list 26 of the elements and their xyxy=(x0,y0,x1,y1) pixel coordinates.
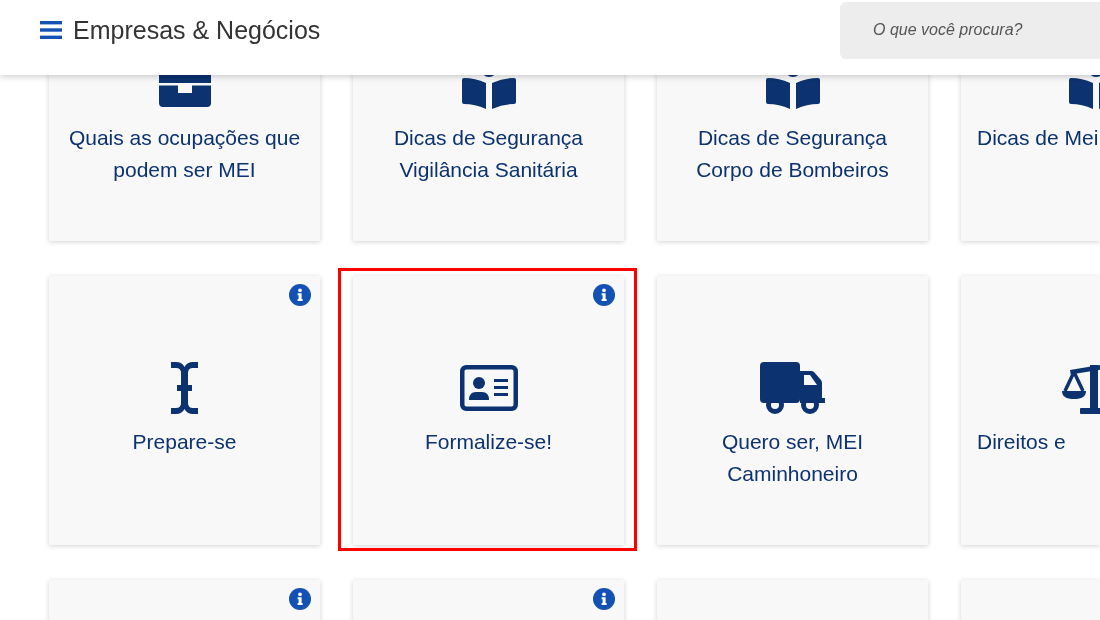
info-icon[interactable] xyxy=(289,588,311,610)
card-title: Quais as ocupações que podem ser MEI xyxy=(67,125,302,183)
menu-icon[interactable] xyxy=(40,21,62,39)
service-card[interactable]: Quero ser, MEI Caminhoneiro xyxy=(657,276,928,545)
service-card[interactable]: Quais as ocupações que podem ser MEI xyxy=(49,75,320,241)
info-icon[interactable] xyxy=(593,588,615,610)
search-field[interactable]: O que você procura? xyxy=(840,1,1100,59)
balance-scale-icon xyxy=(1062,362,1100,414)
card-title: Formalize-se! xyxy=(423,429,554,455)
card-title: Dicas de Segurança Corpo de Bombeiros xyxy=(695,125,890,183)
service-card[interactable]: Dicas de Segurança Vigilância Sanitária xyxy=(353,75,624,241)
card-title: Dicas de Mei xyxy=(977,125,1099,151)
text-cursor-icon xyxy=(171,362,198,414)
card-title: Quero ser, MEI Caminhoneiro xyxy=(720,429,865,487)
card-title: Prepare-se xyxy=(131,429,238,455)
service-card[interactable]: Dicas de Mei xyxy=(961,75,1100,241)
card-title: Direitos e xyxy=(977,429,1066,455)
truck-icon xyxy=(760,362,825,414)
id-card-icon xyxy=(459,365,518,411)
info-icon[interactable] xyxy=(593,284,615,306)
site-title: Empresas & Negócios xyxy=(73,15,321,45)
service-card[interactable]: Prepare-se xyxy=(49,276,320,545)
card-title: Dicas de Segurança Vigilância Sanitária xyxy=(392,125,585,183)
info-icon[interactable] xyxy=(289,284,311,306)
service-card[interactable]: Dicas de Segurança Corpo de Bombeiros xyxy=(657,75,928,241)
service-card[interactable]: Direitos e xyxy=(961,276,1100,545)
